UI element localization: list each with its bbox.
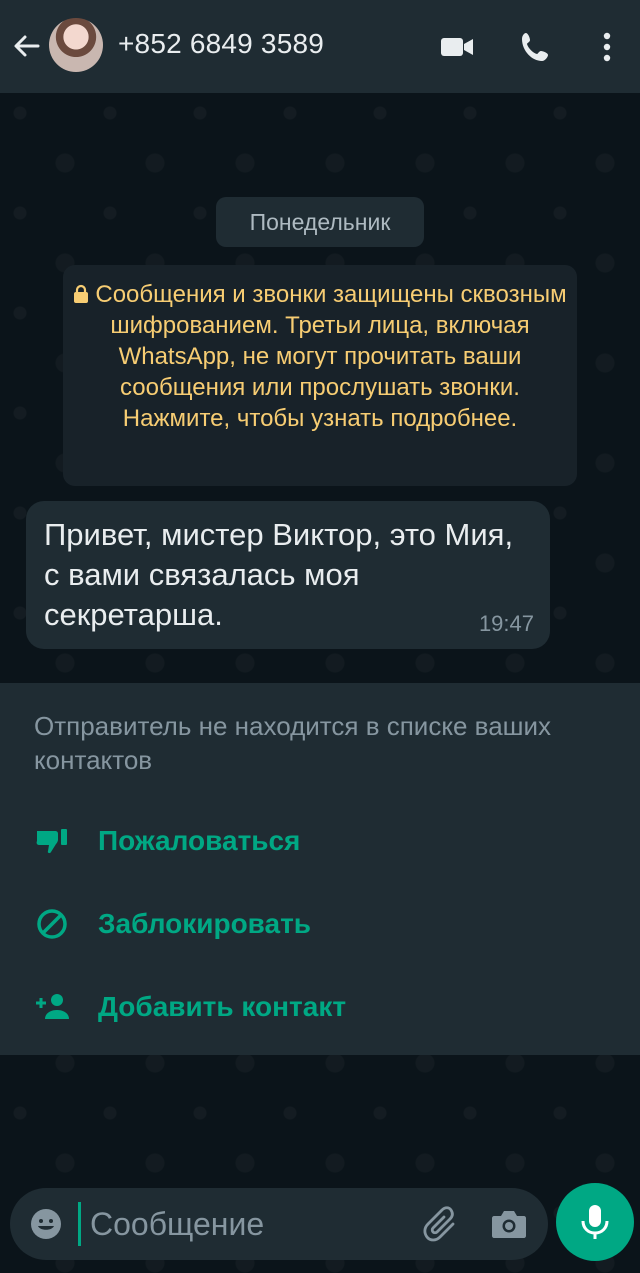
contact-name[interactable]: +852 6849 3589	[118, 28, 324, 60]
message-time: 19:47	[478, 611, 534, 636]
report-button[interactable]: Пожаловаться	[0, 813, 640, 869]
voice-record-button[interactable]	[556, 1183, 634, 1261]
add-person-icon	[36, 994, 69, 1019]
block-icon	[37, 909, 67, 939]
message-input[interactable]	[90, 1200, 390, 1248]
encryption-notice[interactable]: Сообщения и звонки защищены сквозным шиф…	[63, 265, 577, 486]
contact-avatar[interactable]	[49, 18, 103, 72]
video-call-icon[interactable]	[438, 28, 476, 66]
block-label: Заблокировать	[98, 908, 312, 939]
thumbs-down-icon	[36, 829, 67, 854]
more-options-icon[interactable]	[588, 28, 626, 66]
attach-icon[interactable]	[422, 1206, 462, 1242]
voice-call-icon[interactable]	[517, 28, 555, 66]
camera-icon[interactable]	[490, 1206, 528, 1242]
unknown-sender-note: Отправитель не находится в списке ваших …	[34, 711, 552, 775]
lock-icon	[74, 284, 89, 303]
emoji-icon[interactable]	[28, 1206, 64, 1242]
add-contact-label: Добавить контакт	[98, 991, 347, 1022]
report-label: Пожаловаться	[98, 825, 301, 856]
block-button[interactable]: Заблокировать	[0, 896, 640, 952]
text-cursor	[78, 1202, 81, 1246]
unknown-sender-panel: Отправитель не находится в списке ваших …	[0, 683, 640, 1055]
date-divider: Понедельник	[216, 197, 424, 247]
mic-icon	[581, 1205, 609, 1239]
incoming-message[interactable]: Привет, мистер Виктор, это Мия, с вами с…	[26, 501, 550, 649]
chat-area[interactable]: Понедельник Сообщения и звонки защищены …	[0, 93, 640, 1273]
add-contact-button[interactable]: Добавить контакт	[0, 979, 640, 1035]
message-composer	[10, 1188, 548, 1260]
encryption-notice-text: Сообщения и звонки защищены сквозным шиф…	[95, 281, 567, 432]
back-arrow-icon[interactable]	[10, 30, 42, 62]
message-text: Привет, мистер Виктор, это Мия, с вами с…	[44, 517, 514, 632]
chat-header: +852 6849 3589	[0, 0, 640, 93]
